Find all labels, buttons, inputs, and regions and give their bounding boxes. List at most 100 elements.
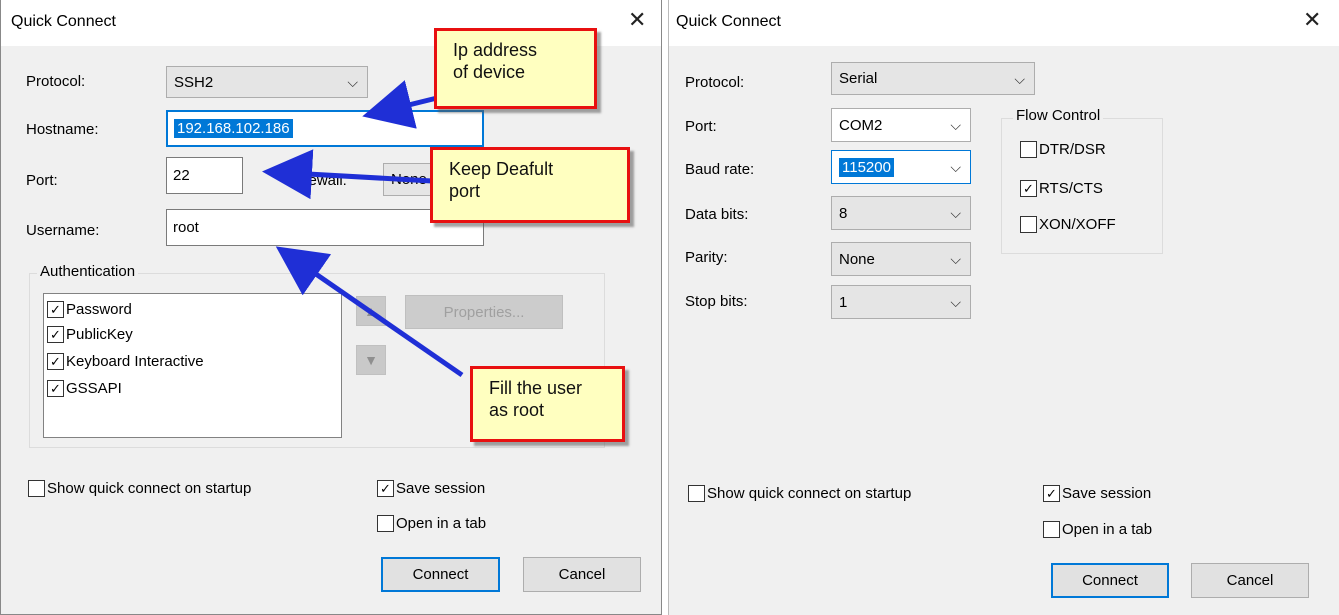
protocol-select[interactable]: Serial ⌵ <box>831 62 1035 95</box>
save-session-option[interactable]: ✓ Save session <box>377 480 485 497</box>
save-session-label: Save session <box>396 480 486 497</box>
show-on-startup-option[interactable]: Show quick connect on startup <box>28 480 251 497</box>
close-icon[interactable]: ✕ <box>1303 7 1321 33</box>
list-item-label: Keyboard Interactive <box>66 353 204 370</box>
xon-xoff-checkbox[interactable] <box>1020 216 1037 233</box>
parity-label: Parity: <box>685 249 728 266</box>
callout-line: as root <box>489 400 545 420</box>
ip-address-callout: Ip address of device <box>434 28 597 109</box>
open-in-tab-option[interactable]: Open in a tab <box>1043 521 1152 538</box>
protocol-label: Protocol: <box>26 73 86 90</box>
protocol-value: SSH2 <box>174 73 214 91</box>
callout-line: port <box>449 181 481 201</box>
callout-line: Fill the user <box>489 378 583 398</box>
list-item-gssapi[interactable]: ✓ GSSAPI <box>47 380 122 397</box>
connect-button[interactable]: Connect <box>1051 563 1169 598</box>
move-down-button[interactable]: ▼ <box>356 345 386 375</box>
firewall-label: Firewall: <box>291 172 347 189</box>
data-bits-label: Data bits: <box>685 206 749 223</box>
chevron-down-icon: ⌵ <box>950 251 961 267</box>
protocol-value: Serial <box>839 70 878 87</box>
chevron-down-icon: ⌵ <box>950 117 961 133</box>
parity-value: None <box>839 250 875 268</box>
protocol-select[interactable]: SSH2 ⌵ <box>166 66 368 98</box>
connect-button[interactable]: Connect <box>381 557 500 592</box>
show-on-startup-checkbox[interactable] <box>688 485 705 502</box>
baud-rate-select[interactable]: 115200 ⌵ <box>831 150 971 184</box>
dtr-dsr-label: DTR/DSR <box>1039 141 1106 158</box>
publickey-checkbox[interactable]: ✓ <box>47 326 64 343</box>
show-on-startup-label: Show quick connect on startup <box>707 485 912 502</box>
keyboard-interactive-checkbox[interactable]: ✓ <box>47 353 64 370</box>
firewall-value: None <box>391 171 427 188</box>
show-on-startup-option[interactable]: Show quick connect on startup <box>688 485 911 502</box>
open-in-tab-checkbox[interactable] <box>377 515 394 532</box>
chevron-down-icon: ⌵ <box>950 159 961 175</box>
hostname-input[interactable]: 192.168.102.186 <box>166 110 484 147</box>
authentication-group-title: Authentication <box>37 263 139 280</box>
port-select[interactable]: COM2 ⌵ <box>831 108 971 142</box>
baud-rate-label: Baud rate: <box>685 161 755 178</box>
user-root-callout: Fill the user as root <box>470 366 625 442</box>
dtr-dsr-checkbox[interactable] <box>1020 141 1037 158</box>
dtr-dsr-option[interactable]: DTR/DSR <box>1020 141 1106 158</box>
save-session-checkbox[interactable]: ✓ <box>377 480 394 497</box>
default-port-callout: Keep Deafult port <box>430 147 630 223</box>
xon-xoff-option[interactable]: XON/XOFF <box>1020 216 1116 233</box>
callout-line: of device <box>453 62 526 82</box>
parity-select[interactable]: None ⌵ <box>831 242 971 276</box>
properties-button[interactable]: Properties... <box>405 295 563 329</box>
move-up-button[interactable]: ▲ <box>356 296 386 326</box>
username-label: Username: <box>26 222 100 239</box>
open-in-tab-label: Open in a tab <box>1062 521 1153 538</box>
callout-line: Keep Deafult <box>449 159 554 179</box>
title-bar: Quick Connect ✕ <box>669 0 1339 46</box>
show-on-startup-label: Show quick connect on startup <box>47 480 252 497</box>
save-session-option[interactable]: ✓ Save session <box>1043 485 1151 502</box>
stop-bits-value: 1 <box>839 293 848 311</box>
dialog-title: Quick Connect <box>676 13 781 30</box>
save-session-label: Save session <box>1062 485 1152 502</box>
stop-bits-select[interactable]: 1 ⌵ <box>831 285 971 319</box>
close-icon[interactable]: ✕ <box>628 7 646 33</box>
authentication-list[interactable]: ✓ Password ✓ PublicKey ✓ Keyboard Intera… <box>43 293 342 438</box>
xon-xoff-label: XON/XOFF <box>1039 216 1116 233</box>
chevron-down-icon: ⌵ <box>950 205 961 221</box>
protocol-label: Protocol: <box>685 74 745 91</box>
password-checkbox[interactable]: ✓ <box>47 301 64 318</box>
flow-control-group-title: Flow Control <box>1013 107 1104 124</box>
port-label: Port: <box>26 172 58 189</box>
dialog-title: Quick Connect <box>11 13 116 30</box>
callout-line: Ip address <box>453 40 538 60</box>
save-session-checkbox[interactable]: ✓ <box>1043 485 1060 502</box>
username-value: root <box>173 219 199 236</box>
data-bits-select[interactable]: 8 ⌵ <box>831 196 971 230</box>
cancel-button[interactable]: Cancel <box>1191 563 1309 598</box>
list-item-password[interactable]: ✓ Password <box>47 301 132 318</box>
port-input[interactable]: 22 <box>166 157 243 194</box>
rts-cts-option[interactable]: ✓ RTS/CTS <box>1020 180 1103 197</box>
list-item-label: GSSAPI <box>66 380 122 397</box>
open-in-tab-option[interactable]: Open in a tab <box>377 515 486 532</box>
port-value: COM2 <box>839 116 883 134</box>
stop-bits-label: Stop bits: <box>685 293 748 310</box>
list-item-label: PublicKey <box>66 326 133 343</box>
arrow-down-icon: ▼ <box>364 352 378 368</box>
arrow-up-icon: ▲ <box>364 303 378 319</box>
gssapi-checkbox[interactable]: ✓ <box>47 380 64 397</box>
baud-rate-value: 115200 <box>839 157 894 177</box>
list-item-label: Password <box>66 301 132 318</box>
cancel-button[interactable]: Cancel <box>523 557 641 592</box>
open-in-tab-checkbox[interactable] <box>1043 521 1060 538</box>
port-label: Port: <box>685 118 717 135</box>
chevron-down-icon: ⌵ <box>950 294 961 310</box>
list-item-publickey[interactable]: ✓ PublicKey <box>47 326 133 343</box>
quick-connect-dialog-serial: Quick Connect ✕ Protocol: Serial ⌵ Port:… <box>668 0 1339 615</box>
rts-cts-checkbox[interactable]: ✓ <box>1020 180 1037 197</box>
hostname-value: 192.168.102.186 <box>174 119 293 138</box>
open-in-tab-label: Open in a tab <box>396 515 487 532</box>
list-item-keyboard-interactive[interactable]: ✓ Keyboard Interactive <box>47 353 204 370</box>
data-bits-value: 8 <box>839 204 848 222</box>
port-value: 22 <box>173 167 190 184</box>
show-on-startup-checkbox[interactable] <box>28 480 45 497</box>
